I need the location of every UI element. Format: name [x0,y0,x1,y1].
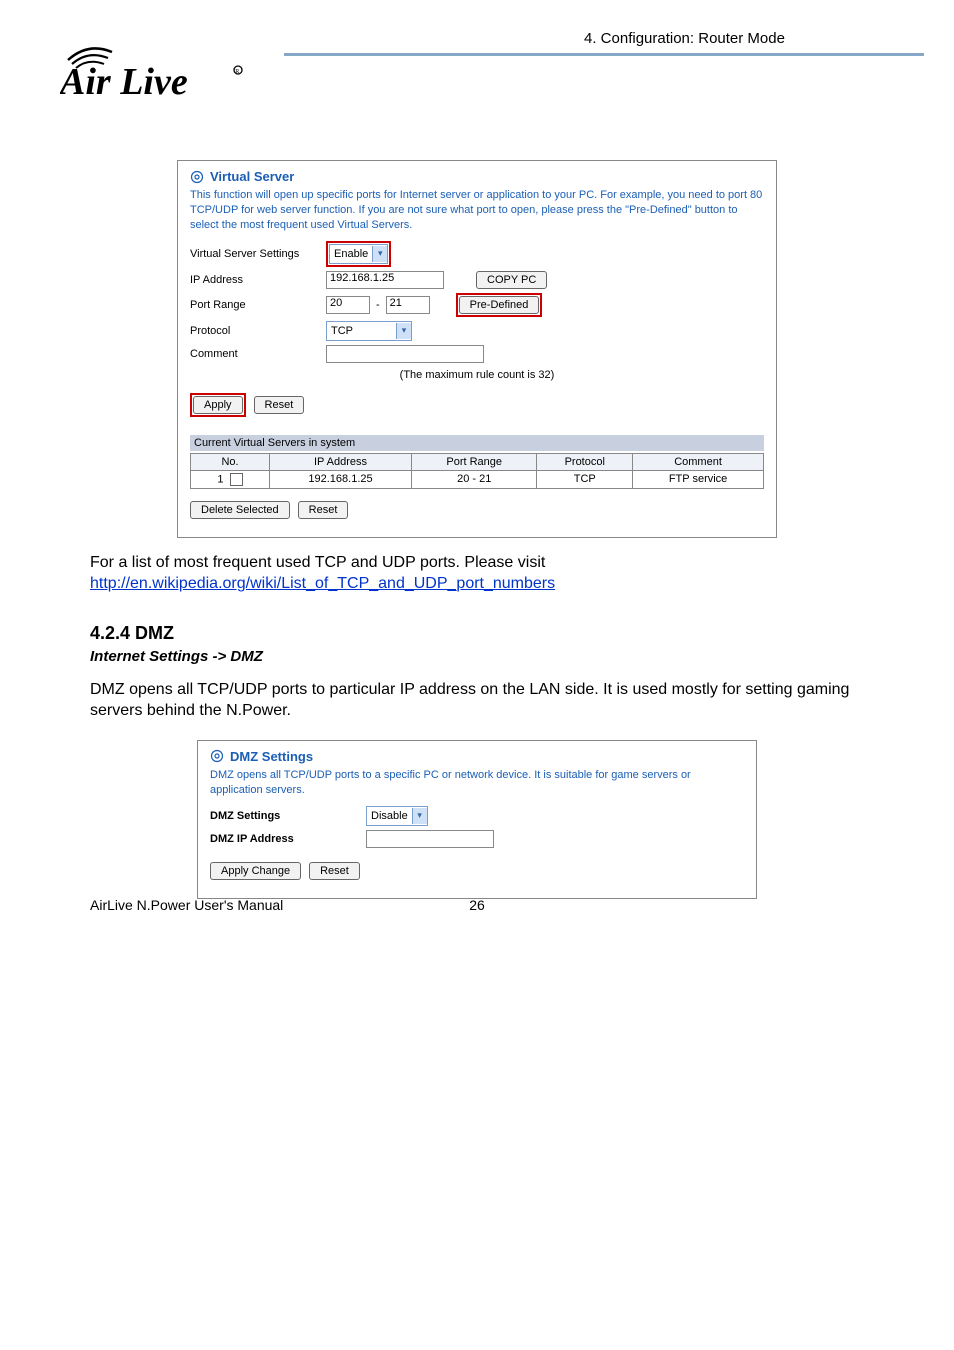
comment-input[interactable] [326,345,484,363]
apply-button[interactable]: Apply [193,396,243,414]
chevron-down-icon: ▾ [372,246,387,262]
max-rule-note: (The maximum rule count is 32) [190,369,764,381]
comment-label: Comment [190,348,320,360]
chevron-down-icon: ▾ [412,808,427,824]
ip-input[interactable]: 192.168.1.25 [326,271,444,289]
col-ip: IP Address [270,453,412,470]
gear-icon [210,749,224,763]
reset-button[interactable]: Reset [254,396,305,414]
port-from-input[interactable]: 20 [326,296,370,314]
panel-description: This function will open up specific port… [190,188,764,233]
gear-icon [190,170,204,184]
row-range: 20 - 21 [412,470,537,488]
page-footer: AirLive N.Power User's Manual 26 [90,897,864,913]
port-to-input[interactable]: 21 [386,296,430,314]
reset-button[interactable]: Reset [309,862,360,880]
row-checkbox[interactable] [230,473,243,486]
vs-settings-value: Enable [330,248,372,260]
col-range: Port Range [412,453,537,470]
panel-title-text: DMZ Settings [230,749,313,764]
col-comment: Comment [633,453,764,470]
port-label: Port Range [190,299,320,311]
panel-description: DMZ opens all TCP/UDP ports to a specifi… [210,768,744,798]
copy-pc-button[interactable]: COPY PC [476,271,547,289]
row-ip: 192.168.1.25 [270,470,412,488]
section-paragraph: DMZ opens all TCP/UDP ports to particula… [90,679,864,722]
page-number: 26 [469,897,485,913]
dmz-settings-label: DMZ Settings [210,810,360,822]
section-heading: 4.2.4 DMZ [90,623,864,644]
vs-settings-select[interactable]: Enable ▾ [329,244,388,264]
wikipedia-link[interactable]: http://en.wikipedia.org/wiki/List_of_TCP… [90,575,555,592]
ip-label: IP Address [190,274,320,286]
col-no: No. [191,453,270,470]
delete-selected-button[interactable]: Delete Selected [190,501,290,519]
ports-note-text: For a list of most frequent used TCP and… [90,554,545,571]
dmz-settings-value: Disable [367,810,412,822]
dmz-settings-select[interactable]: Disable ▾ [366,806,428,826]
dmz-ip-input[interactable] [366,830,494,848]
row-comment: FTP service [633,470,764,488]
section-subheading: Internet Settings -> DMZ [90,648,864,665]
protocol-label: Protocol [190,325,320,337]
dmz-panel: DMZ Settings DMZ opens all TCP/UDP ports… [197,740,757,899]
protocol-select[interactable]: TCP ▾ [326,321,412,341]
protocol-value: TCP [327,325,357,337]
vs-table: No. IP Address Port Range Protocol Comme… [190,453,764,489]
virtual-server-panel: Virtual Server This function will open u… [177,160,777,538]
svg-text:Air Live: Air Live [60,61,188,102]
pre-defined-button[interactable]: Pre-Defined [459,296,540,314]
row-no: 1 [217,473,223,485]
apply-change-button[interactable]: Apply Change [210,862,301,880]
ports-note: For a list of most frequent used TCP and… [90,552,864,595]
header-divider [284,53,924,56]
panel-title: DMZ Settings [210,749,744,764]
row-protocol: TCP [537,470,633,488]
reset-button[interactable]: Reset [298,501,349,519]
panel-title-text: Virtual Server [210,169,294,184]
dash: - [376,299,380,311]
breadcrumb: 4. Configuration: Router Mode [284,30,924,53]
footer-left: AirLive N.Power User's Manual [90,897,283,913]
chevron-down-icon: ▾ [396,323,411,339]
svg-text:R: R [235,69,239,75]
table-header-row: No. IP Address Port Range Protocol Comme… [191,453,764,470]
table-row: 1 192.168.1.25 20 - 21 TCP FTP service [191,470,764,488]
brand-logo: Air Live R [60,40,260,102]
highlight-box: Pre-Defined [456,293,543,317]
vs-settings-label: Virtual Server Settings [190,248,320,260]
col-protocol: Protocol [537,453,633,470]
highlight-box: Enable ▾ [326,241,391,267]
dmz-ip-label: DMZ IP Address [210,833,360,845]
panel-title: Virtual Server [190,169,764,184]
highlight-box: Apply [190,393,246,417]
table-caption: Current Virtual Servers in system [190,435,764,451]
